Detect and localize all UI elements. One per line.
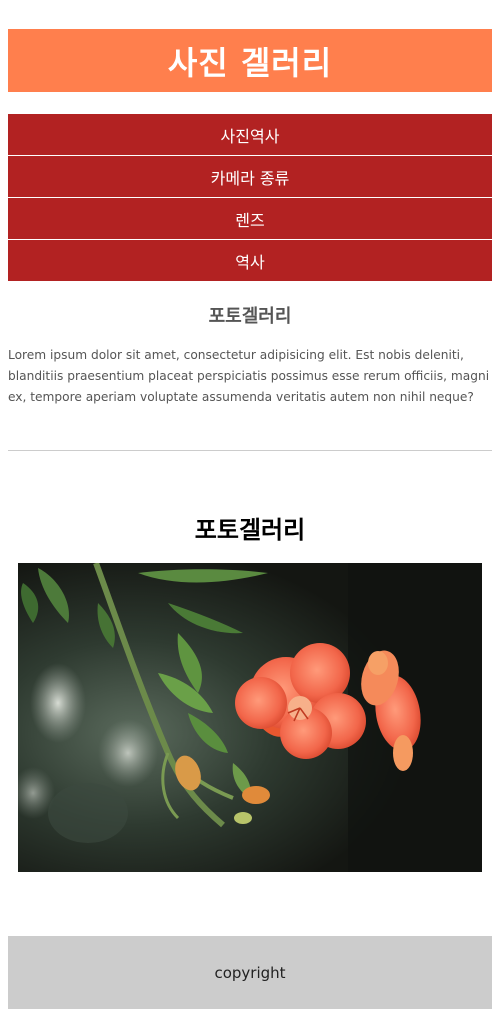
nav-item-lens[interactable]: 렌즈 [8, 198, 492, 239]
copyright-text: copyright [214, 963, 286, 982]
site-footer: copyright [8, 936, 492, 1009]
nav-item-label: 카메라 종류 [210, 168, 290, 188]
gallery-title: 포토겔러리 [194, 516, 306, 544]
main-nav: 사진역사 카메라 종류 렌즈 역사 [8, 114, 492, 282]
nav-item-history[interactable]: 역사 [8, 240, 492, 281]
section-divider [8, 450, 492, 451]
nav-item-label: 렌즈 [235, 210, 265, 230]
trumpet-flower-photo [18, 563, 482, 872]
nav-item-camera-types[interactable]: 카메라 종류 [8, 156, 492, 197]
nav-item-label: 사진역사 [220, 126, 280, 146]
site-title: 사진 겔러리 [167, 43, 333, 82]
intro-paragraph: Lorem ipsum dolor sit amet, consectetur … [8, 348, 490, 404]
site-header: 사진 겔러리 [8, 29, 492, 92]
nav-item-photo-history[interactable]: 사진역사 [8, 114, 492, 155]
intro-title: 포토겔러리 [208, 306, 292, 327]
gallery-photo [18, 563, 482, 872]
nav-item-label: 역사 [235, 252, 265, 272]
